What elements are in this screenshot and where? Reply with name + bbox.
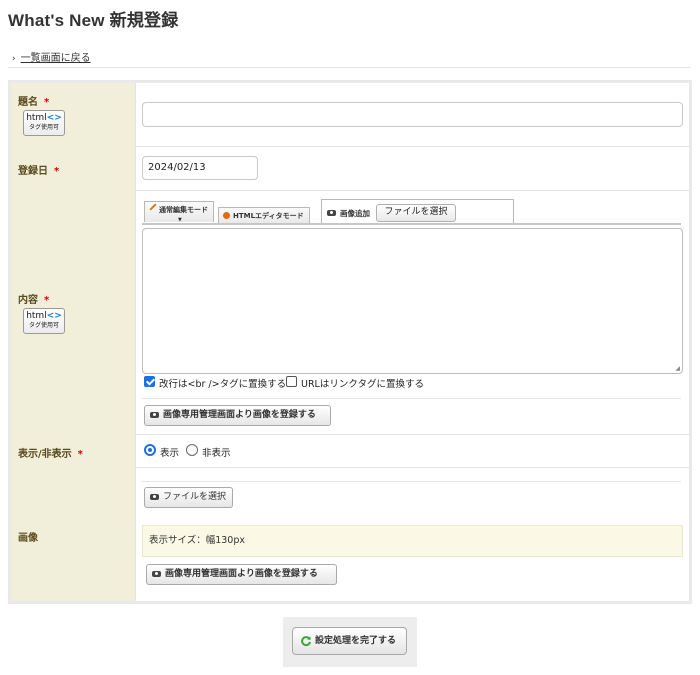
required-mark: *: [44, 97, 50, 108]
chevron-right-icon: ›: [12, 54, 16, 64]
submit-area: 設定処理を完了する: [283, 617, 417, 667]
image-label: 画像: [18, 533, 38, 544]
breadcrumb: › 一覧画面に戻る: [12, 49, 91, 64]
tab-html-editor[interactable]: HTMLエディタモード: [218, 207, 310, 223]
pencil-icon: [149, 203, 157, 211]
title-label-cell: 題名 * html<> タグ使用可: [11, 83, 136, 146]
page-title: What's New 新規登録: [8, 11, 179, 30]
camera-icon: [150, 494, 159, 500]
date-label-cell: 登録日 *: [11, 146, 136, 190]
hidden-radio[interactable]: [186, 444, 198, 456]
visibility-label: 表示/非表示 *: [18, 449, 83, 460]
image-label-cell: 画像: [11, 467, 136, 601]
form-frame: 題名 * html<> タグ使用可 登録日 * 2024/02/13 内容 * htm…: [8, 80, 692, 604]
resize-grip-icon: ◢: [675, 365, 680, 372]
html-allowed-badge: html<> タグ使用可: [23, 308, 65, 334]
back-to-list-link[interactable]: 一覧画面に戻る: [21, 53, 91, 64]
visible-radio[interactable]: [144, 444, 156, 456]
image-register-button[interactable]: 画像専用管理画面より画像を登録する: [146, 564, 337, 585]
image-add-tab: 画像追加 ファイルを選択: [321, 199, 514, 224]
html-allowed-badge: html<> タグ使用可: [23, 110, 65, 136]
content-label: 内容 *: [18, 295, 50, 306]
camera-icon: [327, 210, 336, 216]
refresh-icon: [301, 636, 311, 647]
divider: [142, 481, 681, 482]
title-input[interactable]: [142, 102, 683, 127]
title-label: 題名 *: [18, 97, 50, 108]
tab-normal-edit[interactable]: 通常編集モード ▼: [144, 201, 214, 223]
date-label: 登録日 *: [18, 166, 60, 177]
complete-settings-button[interactable]: 設定処理を完了する: [292, 627, 407, 655]
date-input[interactable]: 2024/02/13: [142, 156, 258, 180]
title-row: 題名 * html<> タグ使用可: [11, 83, 689, 147]
display-size-note: 表示サイズ：幅130px: [142, 525, 683, 557]
date-row: 登録日 * 2024/02/13: [11, 146, 689, 191]
camera-icon: [150, 412, 159, 418]
form-table: 題名 * html<> タグ使用可 登録日 * 2024/02/13 内容 * htm…: [11, 83, 689, 601]
camera-icon: [152, 571, 161, 577]
divider: [8, 67, 690, 68]
divider: [142, 398, 681, 399]
image-file-select-button[interactable]: ファイルを選択: [144, 487, 233, 508]
url-replace-checkbox[interactable]: [286, 376, 297, 387]
br-replace-checkbox[interactable]: [144, 376, 155, 387]
br-replace-label: 改行は<br />タグに置換する: [159, 379, 287, 390]
url-replace-label: URLはリンクタグに置換する: [301, 379, 424, 390]
content-label-cell: 内容 * html<> タグ使用可: [11, 190, 136, 434]
register-image-button[interactable]: 画像専用管理画面より画像を登録する: [144, 405, 331, 426]
palette-icon: [223, 212, 230, 219]
tab-strip-line: [142, 223, 681, 225]
hidden-radio-label: 非表示: [202, 448, 231, 459]
content-editor[interactable]: ◢: [142, 228, 683, 374]
visibility-row: 表示/非表示 * 表示 非表示: [11, 434, 689, 468]
visible-radio-label: 表示: [160, 448, 180, 459]
file-select-button[interactable]: ファイルを選択: [376, 204, 456, 222]
image-add-label: 画像追加: [340, 209, 370, 218]
visibility-label-cell: 表示/非表示 *: [11, 434, 136, 467]
